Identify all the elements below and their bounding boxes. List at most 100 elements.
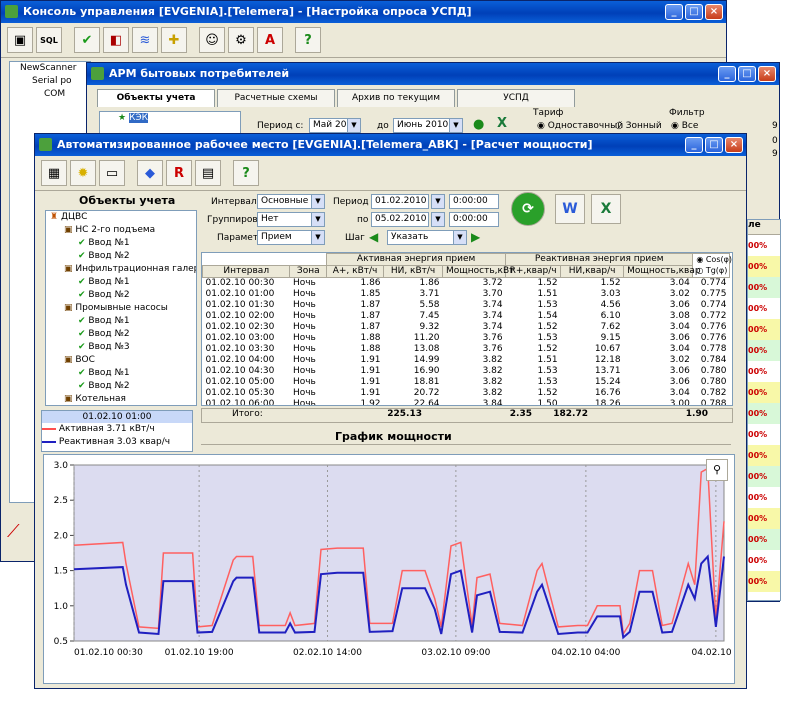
console-titlebar[interactable]: Консоль управления [EVGENIA].[Telemera] …: [1, 1, 726, 23]
excel-icon[interactable]: X: [497, 116, 507, 131]
period-from-date[interactable]: 01.02.2010: [371, 194, 429, 209]
maximize-button[interactable]: □: [685, 4, 703, 20]
minimize-button[interactable]: _: [685, 137, 703, 153]
word-export-button[interactable]: W: [555, 194, 585, 224]
grouping-select[interactable]: Нет ▼: [257, 212, 325, 227]
chevron-down-icon[interactable]: ▼: [449, 119, 462, 132]
tab-archive[interactable]: Архив по текущим: [337, 89, 455, 107]
tree-node[interactable]: Serial po: [10, 75, 90, 88]
document-icon[interactable]: ◧: [103, 27, 129, 53]
column-header[interactable]: НИ,квар/ч: [560, 265, 625, 278]
table-row[interactable]: 01.02.10 05:00 Ночь 1.91 18.81 3.82 1.53 15.24…: [203, 377, 730, 388]
tree-node[interactable]: ✔ Ввод №1: [46, 237, 196, 250]
maximize-button[interactable]: □: [705, 137, 723, 153]
tree-node[interactable]: ✔ Ввод №1: [46, 315, 196, 328]
table-row[interactable]: 01.02.10 02:30 Ночь 1.87 9.32 3.74 1.52 7.62 3.…: [203, 322, 730, 333]
period-to-date[interactable]: 05.02.2010: [371, 212, 429, 227]
chart-icon[interactable]: ≋: [132, 27, 158, 53]
tree-node[interactable]: ▣ ВОС: [46, 354, 196, 367]
tree-node[interactable]: ✔ Ввод №1: [46, 367, 196, 380]
calendar-dropdown[interactable]: ▼: [431, 212, 445, 227]
arrow-left-icon[interactable]: ◀: [369, 230, 378, 244]
tree-node[interactable]: ✔ Ввод №2: [46, 380, 196, 393]
table-row[interactable]: 01.02.10 01:00 Ночь 1.85 3.71 3.70 1.51 3.03 3.…: [203, 289, 730, 300]
arrow-right-icon[interactable]: ▶: [471, 230, 480, 244]
users-icon[interactable]: ☺: [199, 27, 225, 53]
table-row[interactable]: 01.02.10 04:00 Ночь 1.91 14.99 3.82 1.51 12.18…: [203, 355, 730, 366]
settings-icon[interactable]: ⚙: [228, 27, 254, 53]
tree-node[interactable]: ▣ Промывные насосы: [46, 302, 196, 315]
excel-export-button[interactable]: X: [591, 194, 621, 224]
table-row[interactable]: 01.02.10 03:00 Ночь 1.88 11.20 3.76 1.53 9.15 3…: [203, 333, 730, 344]
tree-node[interactable]: ✔ Ввод №2: [46, 250, 196, 263]
computer-icon[interactable]: ▣: [7, 27, 33, 53]
tariff-zone-radio[interactable]: ○ Зонный: [615, 121, 662, 131]
column-header[interactable]: R+,квар/ч: [505, 265, 562, 278]
tree-node[interactable]: ✔ Ввод №3: [46, 341, 196, 354]
tree-node[interactable]: ★ КЭК: [100, 112, 240, 125]
bulb-icon[interactable]: ✹: [70, 160, 96, 186]
period-from-month[interactable]: Май 2010▼: [309, 118, 361, 133]
tree-node[interactable]: ♜ ДЦВС: [46, 211, 196, 224]
window-icon[interactable]: ▭: [99, 160, 125, 186]
zoom-icon[interactable]: ⚲: [706, 459, 728, 481]
tower-icon[interactable]: ✚: [161, 27, 187, 53]
table-row[interactable]: 01.02.10 00:30 Ночь 1.86 1.86 3.72 1.52 1.52 3.…: [203, 278, 730, 290]
column-header[interactable]: Зона: [289, 265, 328, 278]
box-icon[interactable]: ◆: [137, 160, 163, 186]
main-titlebar[interactable]: Автоматизированное рабочее место [EVGENI…: [35, 134, 746, 156]
chevron-down-icon[interactable]: ▼: [453, 231, 466, 244]
column-header[interactable]: Интервал: [202, 265, 291, 278]
print-icon[interactable]: ▤: [195, 160, 221, 186]
close-button[interactable]: ×: [758, 66, 776, 82]
column-header[interactable]: Мощность,кВт: [442, 265, 514, 278]
sql-icon[interactable]: SQL: [36, 27, 62, 53]
help-icon[interactable]: ?: [233, 160, 259, 186]
arm-titlebar[interactable]: АРМ бытовых потребителей _ □ ×: [87, 63, 779, 85]
filter-all-radio[interactable]: ◉ Все: [671, 121, 698, 131]
tariff-single-radio[interactable]: ◉ Одноставочный: [537, 121, 623, 131]
help-icon[interactable]: ?: [295, 27, 321, 53]
table-row[interactable]: 01.02.10 05:30 Ночь 1.91 20.72 3.82 1.52 16.76…: [203, 388, 730, 399]
cos-radio[interactable]: ◉ Cos(φ): [696, 254, 732, 265]
minimize-button[interactable]: _: [718, 66, 736, 82]
period-to-time[interactable]: 0:00:00: [449, 212, 499, 227]
check-icon[interactable]: ✔: [74, 27, 100, 53]
period-to-month[interactable]: Июнь 2010 ▼: [393, 118, 463, 133]
intervals-select[interactable]: Основные ▼: [257, 194, 325, 209]
tab-objects[interactable]: Объекты учета: [97, 89, 215, 107]
chevron-down-icon[interactable]: ▼: [347, 119, 360, 132]
report-icon[interactable]: R: [166, 160, 192, 186]
tree-node[interactable]: ✔ Ввод №2: [46, 289, 196, 302]
column-header[interactable]: НИ, кВт/ч: [383, 265, 444, 278]
table-row[interactable]: 01.02.10 01:30 Ночь 1.87 5.58 3.74 1.53 4.56 3.…: [203, 300, 730, 311]
period-from-time[interactable]: 0:00:00: [449, 194, 499, 209]
table-row[interactable]: 01.02.10 06:00 Ночь 1.92 22.64 3.84 1.50 18.26…: [203, 399, 730, 405]
grid-icon[interactable]: ▦: [41, 160, 67, 186]
tab-schemes[interactable]: Расчетные схемы: [217, 89, 335, 107]
param-select[interactable]: Прием ▼: [257, 230, 325, 245]
close-button[interactable]: ×: [705, 4, 723, 20]
tree-node[interactable]: ▣ Инфильтрационная галер: [46, 263, 196, 276]
refresh-button[interactable]: ⟳: [511, 192, 545, 226]
tree-node[interactable]: NewScanner: [10, 62, 90, 75]
table-row[interactable]: 01.02.10 03:30 Ночь 1.88 13.08 3.76 1.52 10.67…: [203, 344, 730, 355]
maximize-button[interactable]: □: [738, 66, 756, 82]
power-chart[interactable]: 3.0 2.5 2.0 1.5 1.0 0.5 01.02.10 00:30 01.02.10…: [43, 454, 740, 684]
table-row[interactable]: 01.02.10 02:00 Ночь 1.87 7.45 3.74 1.54 6.10 3.…: [203, 311, 730, 322]
minimize-button[interactable]: _: [665, 4, 683, 20]
refresh-icon[interactable]: ●: [473, 117, 484, 132]
chevron-down-icon[interactable]: ▼: [311, 231, 324, 244]
tree-node[interactable]: ✔ Ввод №2: [46, 328, 196, 341]
calendar-dropdown[interactable]: ▼: [431, 194, 445, 209]
close-button[interactable]: ×: [725, 137, 743, 153]
column-header[interactable]: А+, кВт/ч: [326, 265, 385, 278]
step-select[interactable]: Указать ▼: [387, 230, 467, 245]
table-row[interactable]: 01.02.10 04:30 Ночь 1.91 16.90 3.82 1.53 13.71…: [203, 366, 730, 377]
tab-uspd[interactable]: УСПД: [457, 89, 575, 107]
column-header[interactable]: Мощность,квар: [623, 265, 701, 278]
tree-node[interactable]: ▣ Котельная: [46, 393, 196, 405]
font-icon[interactable]: A: [257, 27, 283, 53]
tree-node[interactable]: COM: [10, 88, 90, 101]
tree-node[interactable]: ✔ Ввод №1: [46, 276, 196, 289]
